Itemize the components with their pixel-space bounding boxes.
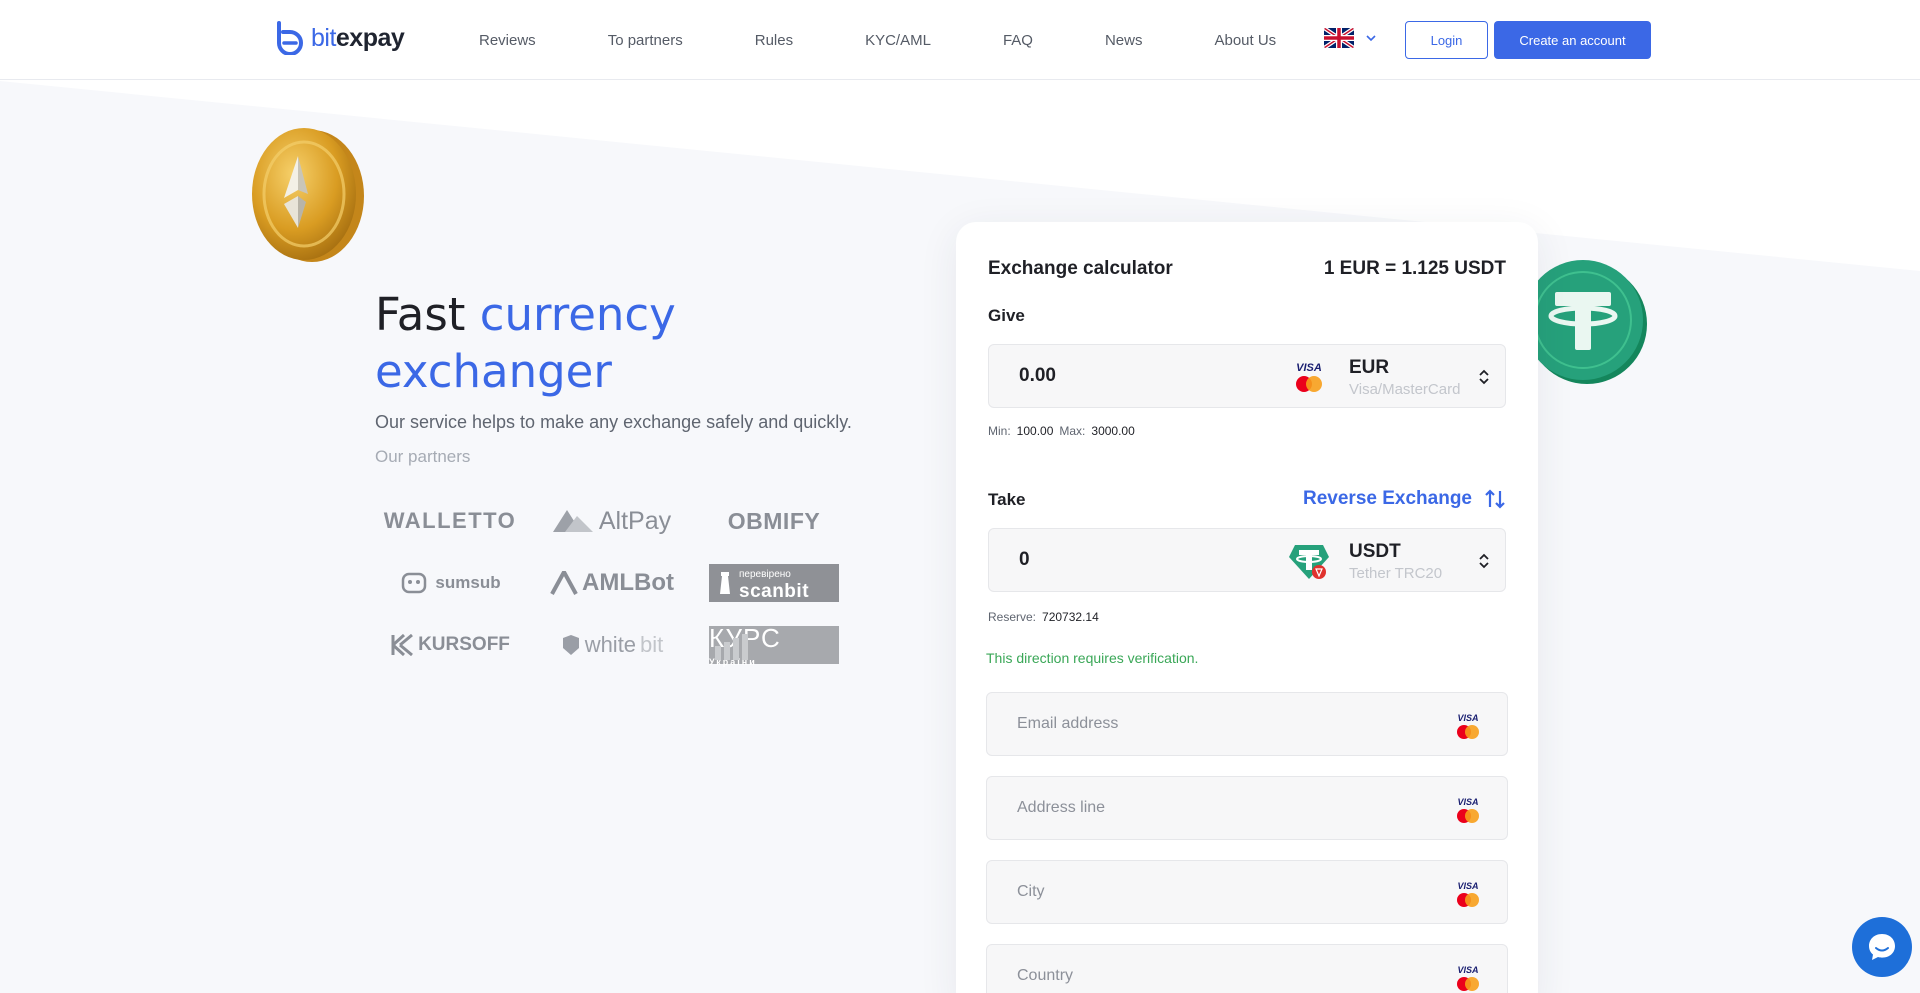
partner-altpay-logo[interactable]: AltPay: [537, 490, 687, 552]
bitexpay-logo-icon: [277, 21, 303, 55]
partner-whitebit-logo[interactable]: white bit: [537, 614, 687, 676]
create-account-button[interactable]: Create an account: [1494, 21, 1651, 59]
language-selector[interactable]: [1324, 28, 1376, 48]
nav-news[interactable]: News: [1105, 32, 1143, 49]
scanbit-lighthouse-icon: [720, 572, 730, 594]
calculator-title: Exchange calculator: [988, 258, 1173, 279]
hero-subtitle: Our service helps to make any exchange s…: [375, 412, 852, 432]
partner-obmify-logo[interactable]: OBMIFY: [699, 490, 849, 552]
nav-kyc-aml[interactable]: KYC/AML: [865, 32, 931, 49]
country-input[interactable]: [987, 945, 1507, 993]
nav-faq[interactable]: FAQ: [1003, 32, 1033, 49]
main-nav: Reviews To partners Rules KYC/AML FAQ Ne…: [455, 0, 1276, 80]
partner-scanbit-logo[interactable]: перевірено scanbit: [699, 552, 849, 614]
exchange-rate: 1 EUR = 1.125 USDT: [1323, 258, 1506, 279]
give-currency: EUR: [1349, 357, 1390, 378]
login-button[interactable]: Login: [1405, 21, 1488, 59]
brand-name: bitexpay: [311, 23, 405, 52]
partner-amlbot-logo[interactable]: AMLBot: [537, 552, 687, 614]
uk-flag-icon: [1324, 28, 1354, 48]
give-amount[interactable]: 0.00: [1019, 365, 1056, 387]
brand-logo[interactable]: bitexpay: [275, 20, 405, 56]
email-input[interactable]: [987, 693, 1507, 755]
visa-mastercard-icon: VISA: [1296, 362, 1322, 392]
max-value: 3000.00: [1091, 424, 1135, 438]
nav-reviews[interactable]: Reviews: [479, 32, 536, 49]
tether-trc20-icon: [1289, 545, 1329, 579]
address-field[interactable]: VISA: [986, 776, 1508, 840]
nav-to-partners[interactable]: To partners: [608, 32, 683, 49]
partners-label: Our partners: [375, 447, 471, 466]
amlbot-mark-icon: [550, 571, 578, 595]
exchange-calculator: Exchange calculator 1 EUR = 1.125 USDT G…: [956, 222, 1538, 993]
min-value: 100.00: [1016, 424, 1054, 438]
swap-arrows-icon: [1485, 489, 1505, 509]
hero-title-accent: currency: [479, 288, 676, 341]
partner-kursoff-logo[interactable]: KURSOFF: [375, 614, 525, 676]
sumsub-mark-icon: [402, 572, 427, 594]
city-field[interactable]: VISA: [986, 860, 1508, 924]
address-input[interactable]: [987, 777, 1507, 839]
give-label: Give: [988, 306, 1025, 325]
partner-kurs-ukrainy-logo[interactable]: КУРС України: [699, 614, 849, 676]
take-method: Tether TRC20: [1349, 565, 1443, 582]
partner-sumsub-logo[interactable]: sumsub: [375, 552, 525, 614]
city-input[interactable]: [987, 861, 1507, 923]
reverse-exchange-button[interactable]: Reverse Exchange: [1303, 488, 1506, 510]
chevron-down-icon: [1366, 35, 1376, 42]
take-label: Take: [988, 490, 1026, 509]
altpay-triangle-icon: [552, 510, 593, 532]
chat-bubble-icon: [1869, 934, 1895, 960]
email-field[interactable]: VISA: [986, 692, 1508, 756]
take-field[interactable]: 0 USDT Tether TRC20: [988, 528, 1506, 592]
take-amount[interactable]: 0: [1019, 549, 1030, 571]
svg-text:VISA: VISA: [1296, 362, 1322, 374]
hero-title: Fast currency exchanger: [375, 288, 676, 398]
kursoff-mark-icon: [391, 634, 414, 656]
verification-note: This direction requires verification.: [986, 650, 1199, 666]
sort-arrows-icon[interactable]: [1479, 553, 1489, 569]
take-currency: USDT: [1349, 541, 1401, 562]
kurs-bars-icon: [715, 634, 748, 660]
partners-grid: WALLETTO AltPay OBMIFY sumsub AMLBot пер…: [375, 490, 845, 676]
give-limits: Min: 100.00 Max: 3000.00: [988, 424, 1135, 438]
nav-about-us[interactable]: About Us: [1214, 32, 1276, 49]
tether-green-coin-icon: [1523, 260, 1647, 384]
whitebit-mark-icon: [562, 635, 579, 655]
hero-title-accent-2: exchanger: [375, 345, 612, 398]
chat-widget-button[interactable]: [1852, 917, 1912, 977]
sort-arrows-icon[interactable]: [1479, 369, 1489, 385]
site-header: bitexpay Reviews To partners Rules KYC/A…: [0, 0, 1920, 80]
give-field[interactable]: 0.00 VISA EUR Visa/MasterCard: [988, 344, 1506, 408]
ethereum-gold-coin-icon: [252, 128, 364, 262]
country-field[interactable]: VISA: [986, 944, 1508, 993]
reserve-value: 720732.14: [1042, 610, 1099, 624]
reserve-info: Reserve: 720732.14: [988, 610, 1099, 624]
nav-rules[interactable]: Rules: [755, 32, 793, 49]
partner-walletto-logo[interactable]: WALLETTO: [375, 490, 525, 552]
give-method: Visa/MasterCard: [1349, 381, 1461, 398]
